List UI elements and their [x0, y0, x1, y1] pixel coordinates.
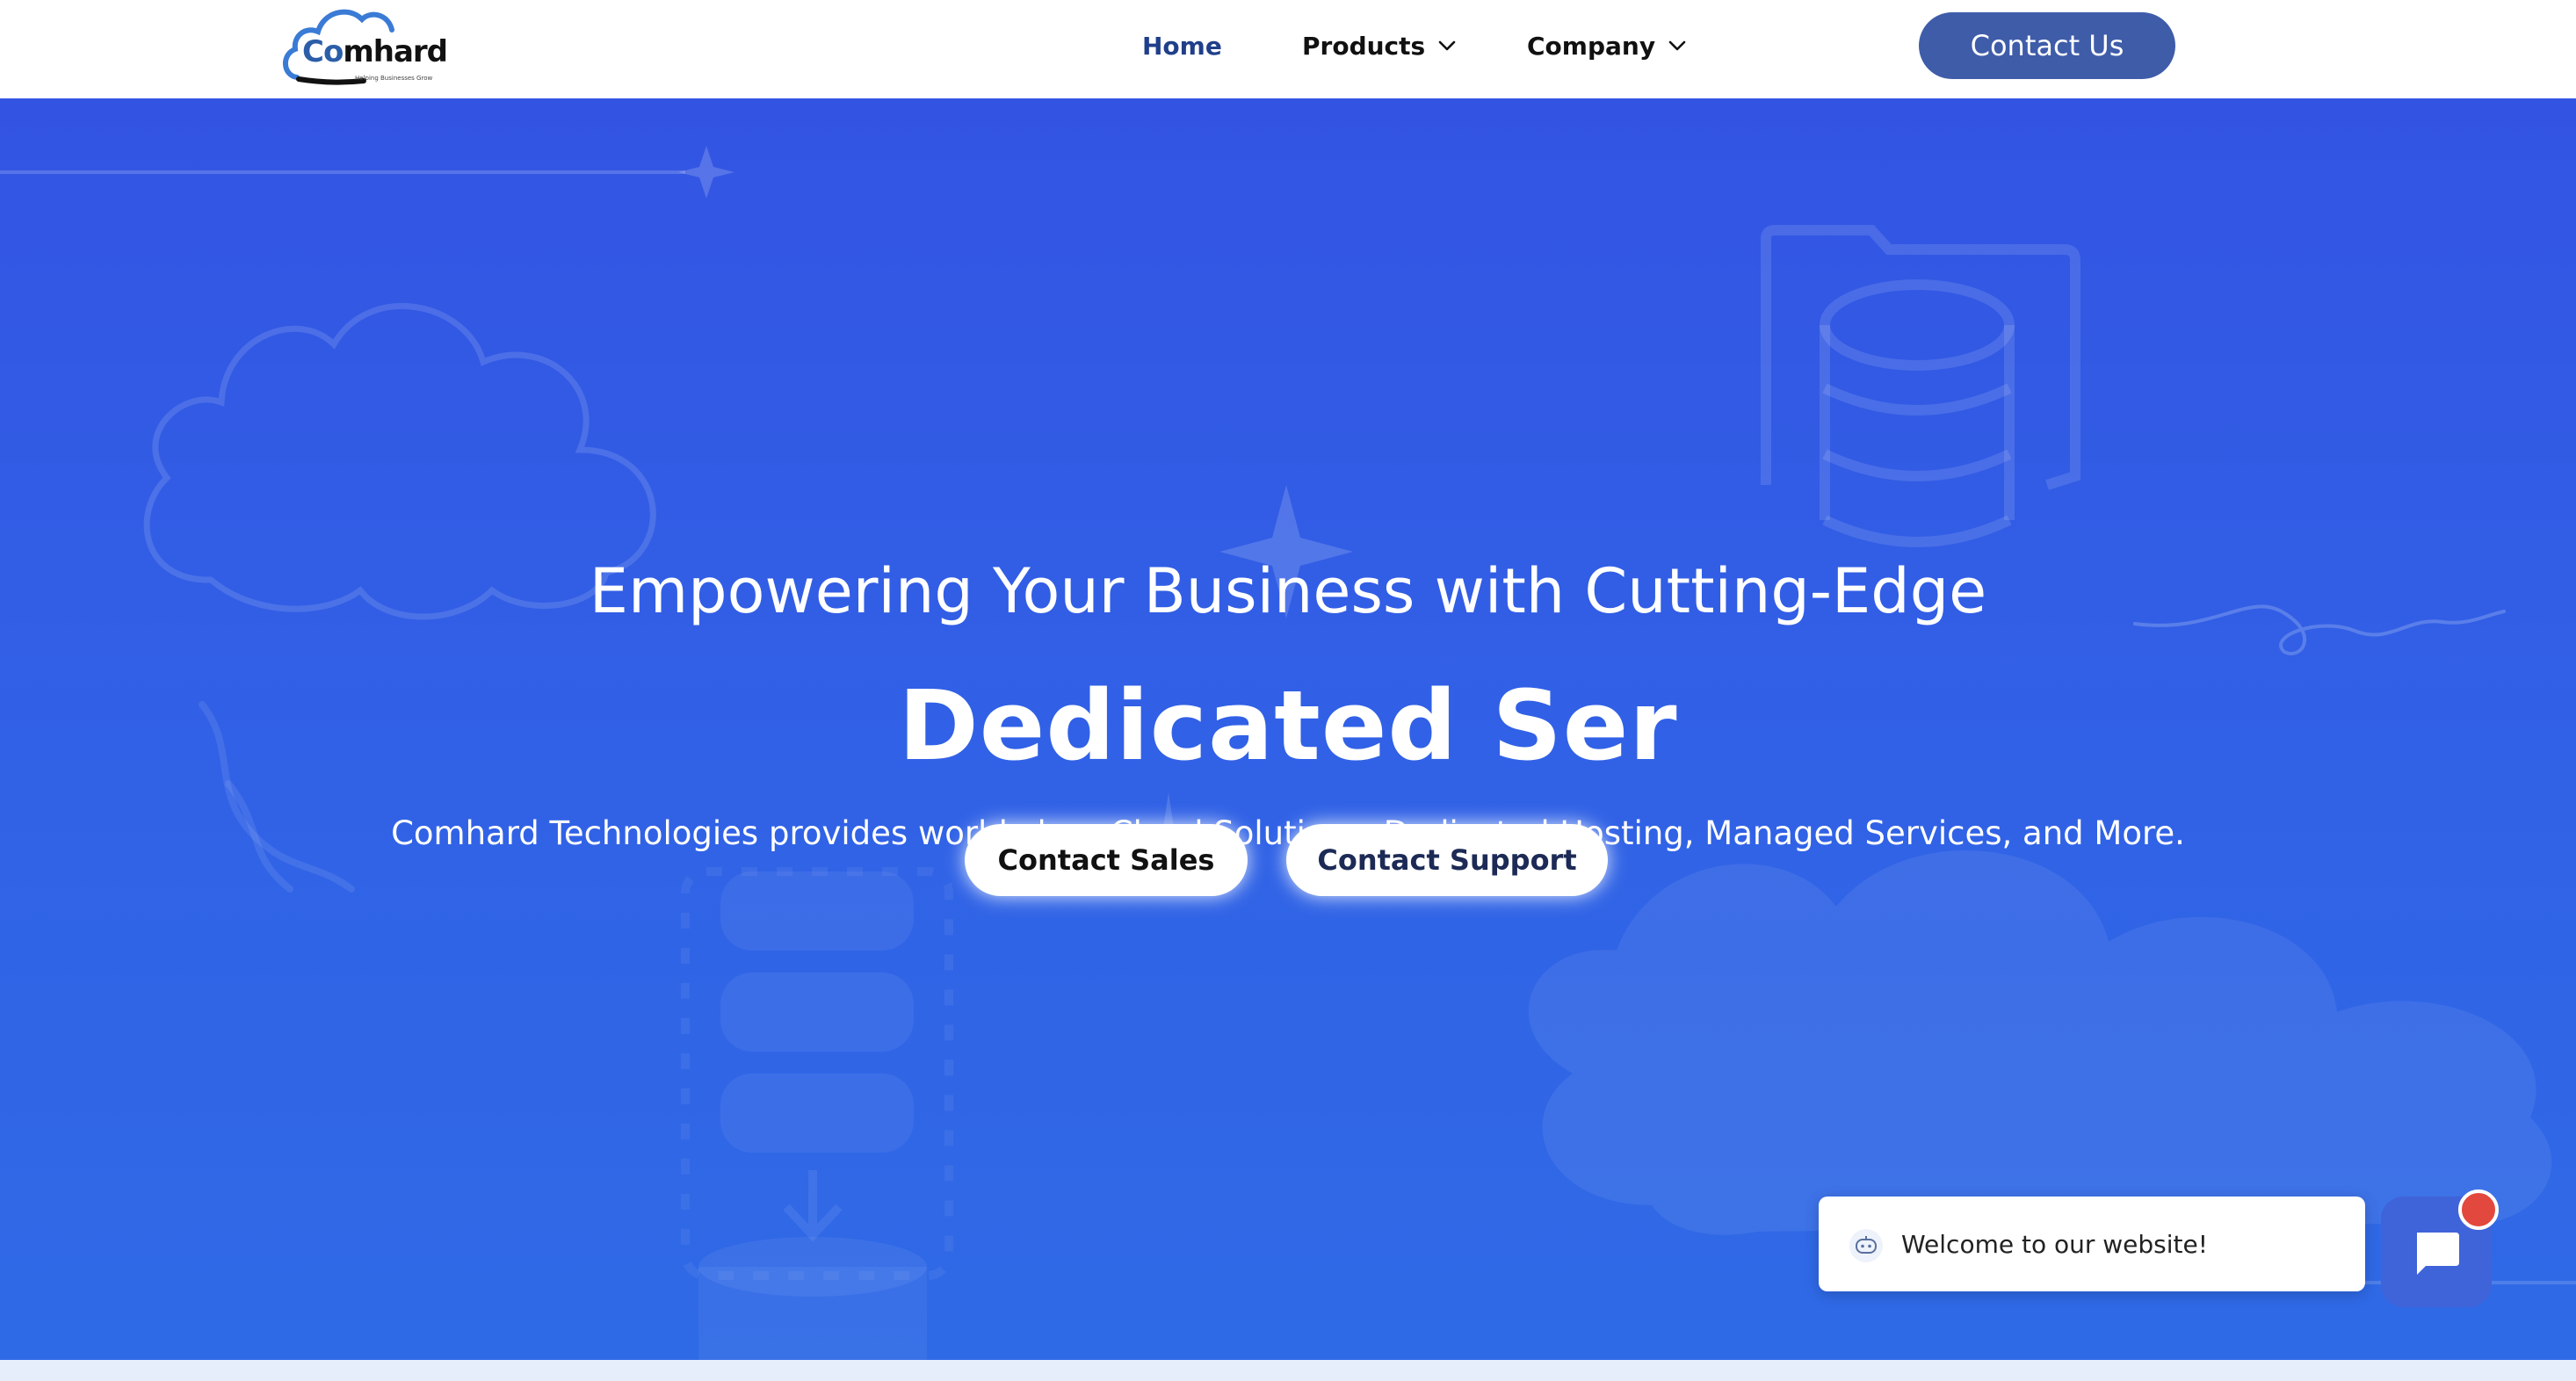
- site-header: Comhard Helping Businesses Grow Home Pro…: [0, 0, 2576, 98]
- chat-welcome-text: Welcome to our website!: [1901, 1229, 2208, 1259]
- nav-company[interactable]: Company: [1527, 32, 1687, 61]
- hero-heading: Empowering Your Business with Cutting-Ed…: [589, 555, 1987, 627]
- nav-company-label: Company: [1527, 31, 1656, 61]
- next-section-edge: [0, 1360, 2576, 1381]
- contact-support-button[interactable]: Contact Support: [1286, 824, 1608, 896]
- server-rack-icon: [681, 867, 953, 1360]
- nav-products[interactable]: Products: [1302, 32, 1527, 61]
- chatbot-icon: [1849, 1229, 1883, 1262]
- company-logo[interactable]: Comhard Helping Businesses Grow: [279, 0, 464, 91]
- chat-bubble-icon: [2417, 1233, 2459, 1275]
- database-folder-icon: [1761, 225, 2080, 547]
- logo-tagline: Helping Businesses Grow: [355, 75, 433, 82]
- nav-home[interactable]: Home: [1142, 32, 1302, 61]
- chevron-down-icon: [1668, 40, 1686, 51]
- sparkle-line-icon: [0, 146, 734, 199]
- main-nav: Home Products Company: [1142, 26, 1687, 65]
- hero-section: Empowering Your Business with Cutting-Ed…: [0, 98, 2576, 1360]
- contact-us-button[interactable]: Contact Us: [1919, 12, 2175, 79]
- logo-wordmark: Comhard: [302, 34, 448, 69]
- chevron-down-icon: [1438, 40, 1456, 51]
- contact-sales-button[interactable]: Contact Sales: [965, 824, 1248, 896]
- nav-home-label: Home: [1142, 31, 1222, 61]
- chat-welcome-popup[interactable]: Welcome to our website!: [1819, 1197, 2365, 1291]
- nav-products-label: Products: [1302, 31, 1426, 61]
- cloud-filled-icon: [1528, 850, 2552, 1235]
- notification-badge: [2458, 1189, 2499, 1230]
- hero-typed-text: Dedicated Ser: [898, 669, 1678, 782]
